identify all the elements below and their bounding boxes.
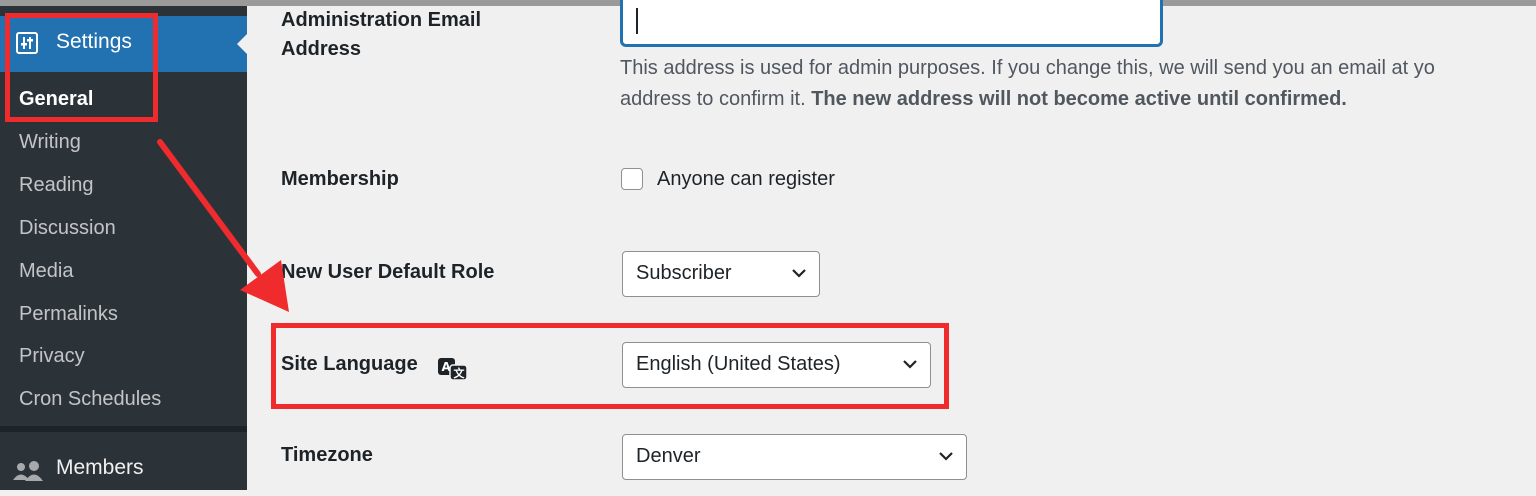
sidebar-separator [0, 426, 247, 432]
timezone-label: Timezone [281, 444, 373, 466]
anyone-can-register-checkbox[interactable] [621, 168, 643, 190]
submenu-item-discussion[interactable]: Discussion [19, 217, 116, 240]
admin-email-description-plain: address to confirm it. [620, 88, 812, 110]
admin-email-description-bold: The new address will not become active u… [811, 88, 1347, 110]
admin-email-label: Administration Email Address [281, 6, 481, 64]
submenu-item-reading[interactable]: Reading [19, 174, 94, 197]
chevron-down-icon [791, 266, 807, 284]
timezone-value: Denver [636, 445, 701, 467]
default-role-value: Subscriber [636, 262, 732, 284]
members-icon [12, 460, 44, 487]
svg-text:文: 文 [454, 366, 466, 380]
submenu-item-media[interactable]: Media [19, 260, 73, 283]
submenu-item-writing[interactable]: Writing [19, 131, 81, 154]
site-language-select[interactable]: English (United States) [622, 342, 931, 388]
site-language-label: Site Language [281, 353, 418, 375]
chevron-down-icon [902, 357, 918, 375]
menu-item-settings[interactable]: Settings [0, 16, 247, 72]
settings-submenu: General Writing Reading Discussion Media… [0, 72, 247, 430]
admin-email-description-line2: address to confirm it. The new address w… [620, 84, 1435, 115]
membership-label: Membership [281, 168, 399, 190]
default-role-label: New User Default Role [281, 261, 495, 283]
text-cursor [636, 8, 638, 34]
chevron-down-icon [938, 449, 954, 467]
menu-item-members-label: Members [56, 456, 144, 479]
translate-icon: A 文 [437, 357, 469, 386]
timezone-select[interactable]: Denver [622, 434, 967, 480]
submenu-item-permalinks[interactable]: Permalinks [19, 303, 118, 326]
menu-item-members[interactable]: Members [0, 440, 247, 496]
admin-email-input[interactable] [621, 0, 1162, 46]
anyone-can-register-label[interactable]: Anyone can register [657, 168, 835, 191]
admin-email-label-line2: Address [281, 38, 362, 60]
submenu-item-privacy[interactable]: Privacy [19, 345, 85, 368]
default-role-select[interactable]: Subscriber [622, 251, 820, 297]
settings-sliders-icon [16, 32, 38, 54]
menu-item-settings-label: Settings [56, 30, 132, 53]
admin-email-label-line1: Administration Email [281, 9, 482, 31]
admin-email-description-line1: This address is used for admin purposes.… [620, 57, 1435, 79]
admin-email-description: This address is used for admin purposes.… [620, 53, 1435, 115]
submenu-item-general[interactable]: General [19, 88, 93, 111]
submenu-item-cron-schedules[interactable]: Cron Schedules [19, 388, 161, 411]
admin-sidebar: Settings General Writing Reading Discuss… [0, 6, 247, 490]
site-language-value: English (United States) [636, 353, 841, 375]
current-menu-caret [237, 34, 247, 54]
